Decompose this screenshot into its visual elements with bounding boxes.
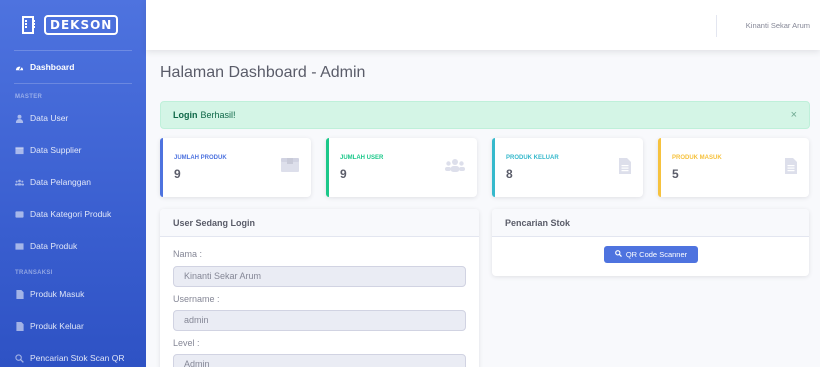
tachometer-icon (15, 63, 24, 72)
sidebar-item-label: Data Kategori Produk (30, 209, 112, 219)
stat-card-produk-masuk: PRODUK MASUK 5 (658, 138, 809, 197)
tag-icon (15, 210, 24, 219)
sidebar-item-data-supplier[interactable]: Data Supplier (0, 134, 146, 166)
panel-title: User Sedang Login (160, 209, 479, 237)
sidebar-item-label: Data Produk (30, 241, 78, 251)
stat-card-jumlah-user: JUMLAH USER 9 (326, 138, 477, 197)
stat-value: 5 (672, 167, 679, 181)
users-icon (15, 178, 24, 187)
topbar-divider (716, 15, 717, 37)
stat-accent-bar (160, 138, 163, 197)
stock-search-panel: Pencarian Stok QR Code Scanner (492, 209, 809, 276)
document-icon (15, 289, 24, 299)
sidebar-item-label: Data User (30, 113, 69, 123)
stat-label: PRODUK MASUK (672, 155, 722, 161)
sidebar-item-label: Pencarian Stok Scan QR (30, 353, 125, 363)
topbar: Kinanti Sekar Arum (146, 0, 820, 50)
stat-card-jumlah-produk: JUMLAH PRODUK 9 (160, 138, 311, 197)
sidebar-item-dashboard[interactable]: Dashboard (0, 51, 146, 83)
document-icon (785, 158, 797, 179)
document-icon (15, 321, 24, 331)
sidebar-heading-master: MASTER (15, 94, 43, 100)
sidebar-item-data-user[interactable]: Data User (0, 102, 146, 134)
list-icon (15, 242, 24, 251)
sidebar-item-label: Data Supplier (30, 145, 82, 155)
stat-label: JUMLAH PRODUK (174, 155, 227, 161)
user-login-panel: User Sedang Login Nama : Kinanti Sekar A… (160, 209, 479, 367)
search-icon (15, 353, 24, 363)
sidebar-item-label: Data Pelanggan (30, 177, 91, 187)
sidebar-item-label: Dashboard (30, 62, 75, 72)
topbar-user-name[interactable]: Kinanti Sekar Arum (746, 21, 810, 30)
sidebar-item-label: Produk Masuk (30, 289, 85, 299)
main-content: Halaman Dashboard - Admin Login Berhasil… (146, 50, 820, 367)
search-icon (614, 250, 622, 259)
page-title: Halaman Dashboard - Admin (160, 64, 366, 81)
alert-text: Berhasil! (200, 110, 236, 120)
level-field[interactable]: Admin (173, 354, 466, 367)
box-icon (281, 158, 299, 177)
box-icon (15, 146, 24, 155)
sidebar: DEKSON Dashboard MASTER Data User Data S… (0, 0, 146, 367)
sidebar-item-data-kategori-produk[interactable]: Data Kategori Produk (0, 198, 146, 230)
login-success-alert: Login Berhasil! × (160, 101, 810, 129)
stat-card-produk-keluar: PRODUK KELUAR 8 (492, 138, 643, 197)
close-icon[interactable]: × (791, 109, 797, 121)
username-field[interactable]: admin (173, 310, 466, 331)
document-icon (619, 158, 631, 179)
sidebar-item-data-produk[interactable]: Data Produk (0, 230, 146, 262)
building-icon (22, 16, 35, 34)
stat-accent-bar (492, 138, 495, 197)
stat-value: 8 (506, 167, 513, 181)
stat-accent-bar (326, 138, 329, 197)
stat-accent-bar (658, 138, 661, 197)
sidebar-item-label: Produk Keluar (30, 321, 84, 331)
sidebar-item-produk-keluar[interactable]: Produk Keluar (0, 310, 146, 342)
stat-label: PRODUK KELUAR (506, 155, 559, 161)
stat-value: 9 (174, 167, 181, 181)
sidebar-item-data-pelanggan[interactable]: Data Pelanggan (0, 166, 146, 198)
sidebar-item-produk-masuk[interactable]: Produk Masuk (0, 278, 146, 310)
brand[interactable]: DEKSON (0, 0, 146, 50)
sidebar-heading-transaksi: TRANSAKSI (15, 270, 53, 276)
stat-value: 9 (340, 167, 347, 181)
nama-field[interactable]: Kinanti Sekar Arum (173, 266, 466, 287)
qr-code-scanner-button[interactable]: QR Code Scanner (604, 246, 698, 263)
username-label: Username : (173, 294, 220, 304)
users-icon (445, 158, 465, 177)
sidebar-item-pencarian-stok[interactable]: Pencarian Stok Scan QR (0, 342, 146, 367)
panel-title: Pencarian Stok (492, 209, 809, 237)
level-label: Level : (173, 338, 200, 348)
stat-label: JUMLAH USER (340, 155, 384, 161)
brand-logo: DEKSON (44, 15, 119, 35)
qr-button-label: QR Code Scanner (625, 250, 688, 259)
nama-label: Nama : (173, 249, 203, 259)
alert-bold-text: Login (173, 110, 198, 120)
user-icon (15, 114, 24, 123)
